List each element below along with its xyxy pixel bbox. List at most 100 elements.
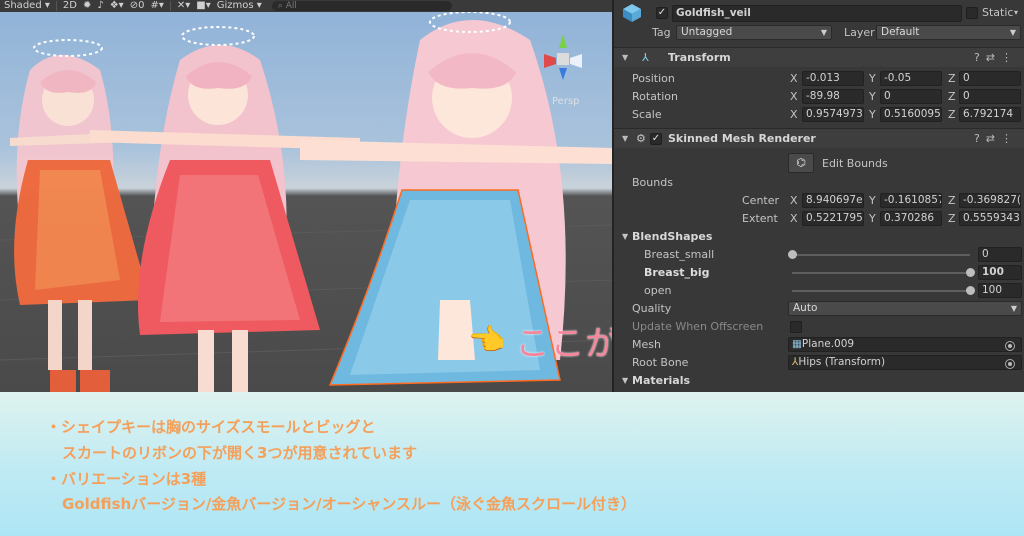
scene-view[interactable]: Shaded ▾ 2D ✹ ♪ ❖▾ ⊘0 #▾ ✕▾ ■▾ Gizmos ▾ … [0, 0, 612, 392]
caption-line-1: ・シェイプキーは胸のサイズスモールとビッグと [46, 418, 376, 436]
position-x-field[interactable]: -0.013 [802, 71, 864, 86]
chevron-down-icon: ▼ [1010, 304, 1017, 313]
light-icon[interactable]: ✹ [83, 0, 91, 12]
foldout-arrow-icon[interactable]: ▼ [622, 48, 628, 68]
foldout-arrow-icon[interactable]: ▼ [622, 228, 628, 246]
blendshape-slider-track[interactable] [792, 254, 970, 256]
toggle-2d-button[interactable]: 2D [63, 0, 77, 12]
blendshape-slider-track[interactable] [792, 272, 970, 274]
component-menu-icons[interactable]: ?⇄⋮ [974, 48, 1018, 68]
projection-label[interactable]: Persp [552, 96, 580, 107]
extent-x-field[interactable]: 0.5221795 [802, 211, 864, 226]
caption-area: ・シェイプキーは胸のサイズスモールとビッグと スカートのリボンの下が開く3つが用… [0, 392, 1024, 536]
blendshape-slider-track[interactable] [792, 290, 970, 292]
y-axis-cone-icon [559, 34, 567, 48]
toolbar-divider [55, 1, 57, 11]
effects-icon[interactable]: ❖▾ [110, 0, 124, 12]
axis-y-label: Y [869, 212, 876, 225]
shading-mode-label: Shaded [4, 0, 42, 11]
object-name-field[interactable]: Goldfish_veil [672, 5, 962, 22]
scale-x-field[interactable]: 0.9574973 [802, 107, 864, 122]
pointing-hand-icon: 👈 [468, 322, 506, 358]
extent-row: Extent X 0.5221795 Y 0.370286 Z 0.555934… [614, 210, 1024, 228]
gameobject-cube-icon [622, 3, 642, 23]
axis-x-label: X [790, 90, 798, 103]
edit-bounds-button[interactable]: ⌬ [788, 153, 814, 173]
axis-x-label: X [790, 108, 798, 121]
audio-icon[interactable]: ♪ [97, 0, 103, 12]
update-offscreen-checkbox[interactable] [790, 321, 802, 333]
blendshape-name: Breast_big [644, 266, 710, 279]
root-bone-field[interactable]: ⅄Hips (Transform) [788, 355, 1022, 370]
tools-icon[interactable]: ✕▾ [177, 0, 190, 12]
component-menu-icons[interactable]: ?⇄⋮ [974, 129, 1018, 149]
blendshape-row: Breast_small 0 [614, 246, 1024, 264]
rotation-y-field[interactable]: 0 [880, 89, 942, 104]
mesh-value: Plane.009 [801, 338, 855, 350]
object-picker-icon[interactable] [1005, 359, 1015, 369]
tag-label: Tag [652, 26, 671, 39]
mesh-grid-icon: ▦ [792, 338, 802, 350]
quality-row: Quality Auto ▼ [614, 300, 1024, 318]
materials-label: Materials [632, 374, 691, 387]
axis-z-label: Z [948, 108, 956, 121]
active-checkbox[interactable]: ✓ [656, 7, 668, 19]
edit-bounds-label: Edit Bounds [822, 157, 888, 170]
foldout-arrow-icon[interactable]: ▼ [622, 372, 628, 390]
scene-toolbar: Shaded ▾ 2D ✹ ♪ ❖▾ ⊘0 #▾ ✕▾ ■▾ Gizmos ▾ … [0, 0, 612, 12]
position-y-field[interactable]: -0.05 [880, 71, 942, 86]
blendshapes-label: BlendShapes [632, 230, 713, 243]
root-bone-label: Root Bone [632, 356, 689, 369]
component-enabled-checkbox[interactable]: ✓ [650, 133, 662, 145]
blendshape-name: Breast_small [644, 248, 715, 261]
blendshape-value-field[interactable]: 100 [978, 283, 1022, 298]
axis-z-label: Z [948, 212, 956, 225]
blendshapes-foldout[interactable]: ▼ BlendShapes [614, 228, 1024, 246]
axis-z-label: Z [948, 194, 956, 207]
camera-icon[interactable]: ■▾ [196, 0, 210, 12]
extent-y-field[interactable]: 0.370286 [880, 211, 942, 226]
foldout-arrow-icon[interactable]: ▼ [622, 129, 628, 149]
blendshape-slider-knob[interactable] [966, 268, 975, 277]
extent-z-field[interactable]: 0.5559343 [959, 211, 1021, 226]
grid-icon[interactable]: #▾ [150, 0, 163, 12]
bounds-label: Bounds [632, 176, 673, 189]
bounds-row: Bounds [614, 174, 1024, 192]
blendshape-row: Breast_big 100 [614, 264, 1024, 282]
search-placeholder: All [285, 1, 297, 11]
axis-y-label: Y [869, 108, 876, 121]
blendshape-slider-knob[interactable] [966, 286, 975, 295]
gizmos-dropdown[interactable]: Gizmos ▾ [217, 0, 262, 12]
annotation-text: ここが開きます [515, 324, 612, 364]
center-z-field[interactable]: -0.369827( [959, 193, 1021, 208]
skinned-mesh-renderer-header[interactable]: ▼ ⚙ ✓ Skinned Mesh Renderer ?⇄⋮ [614, 128, 1024, 148]
orientation-gizmo[interactable] [540, 34, 586, 84]
rotation-x-field[interactable]: -89.98 [802, 89, 864, 104]
static-dropdown-icon[interactable]: ▾ [1014, 4, 1018, 22]
tag-dropdown[interactable]: Untagged ▼ [676, 25, 832, 40]
mesh-field[interactable]: ▦Plane.009 [788, 337, 1022, 352]
shading-mode-dropdown[interactable]: Shaded ▾ [4, 0, 50, 12]
rotation-row: Rotation X -89.98 Y 0 Z 0 [614, 88, 1024, 106]
blendshape-value-field[interactable]: 0 [978, 247, 1022, 262]
rotation-z-field[interactable]: 0 [959, 89, 1021, 104]
annotation-callout: 👈 ここが開きます [468, 316, 612, 365]
transform-header[interactable]: ▼ ⅄ Transform ?⇄⋮ [614, 47, 1024, 67]
center-y-field[interactable]: -0.1610857 [880, 193, 942, 208]
position-z-field[interactable]: 0 [959, 71, 1021, 86]
blendshape-slider-knob[interactable] [788, 250, 797, 259]
static-checkbox[interactable] [966, 7, 978, 19]
center-x-field[interactable]: 8.940697e- [802, 193, 864, 208]
character-middle [90, 26, 360, 392]
gizmos-label: Gizmos [216, 0, 254, 11]
quality-dropdown[interactable]: Auto ▼ [788, 301, 1022, 316]
hidden-objects-toggle[interactable]: ⊘0 [130, 0, 145, 12]
materials-foldout[interactable]: ▼ Materials [614, 372, 1024, 390]
blendshape-value-field[interactable]: 100 [978, 265, 1022, 280]
scene-search-input[interactable]: ⌕ All [271, 1, 452, 11]
scale-y-field[interactable]: 0.5160095 [880, 107, 942, 122]
object-picker-icon[interactable] [1005, 341, 1015, 351]
layer-dropdown[interactable]: Default ▼ [876, 25, 1021, 40]
scale-z-field[interactable]: 6.792174 [959, 107, 1021, 122]
caption-line-2: スカートのリボンの下が開く3つが用意されています [62, 444, 417, 462]
